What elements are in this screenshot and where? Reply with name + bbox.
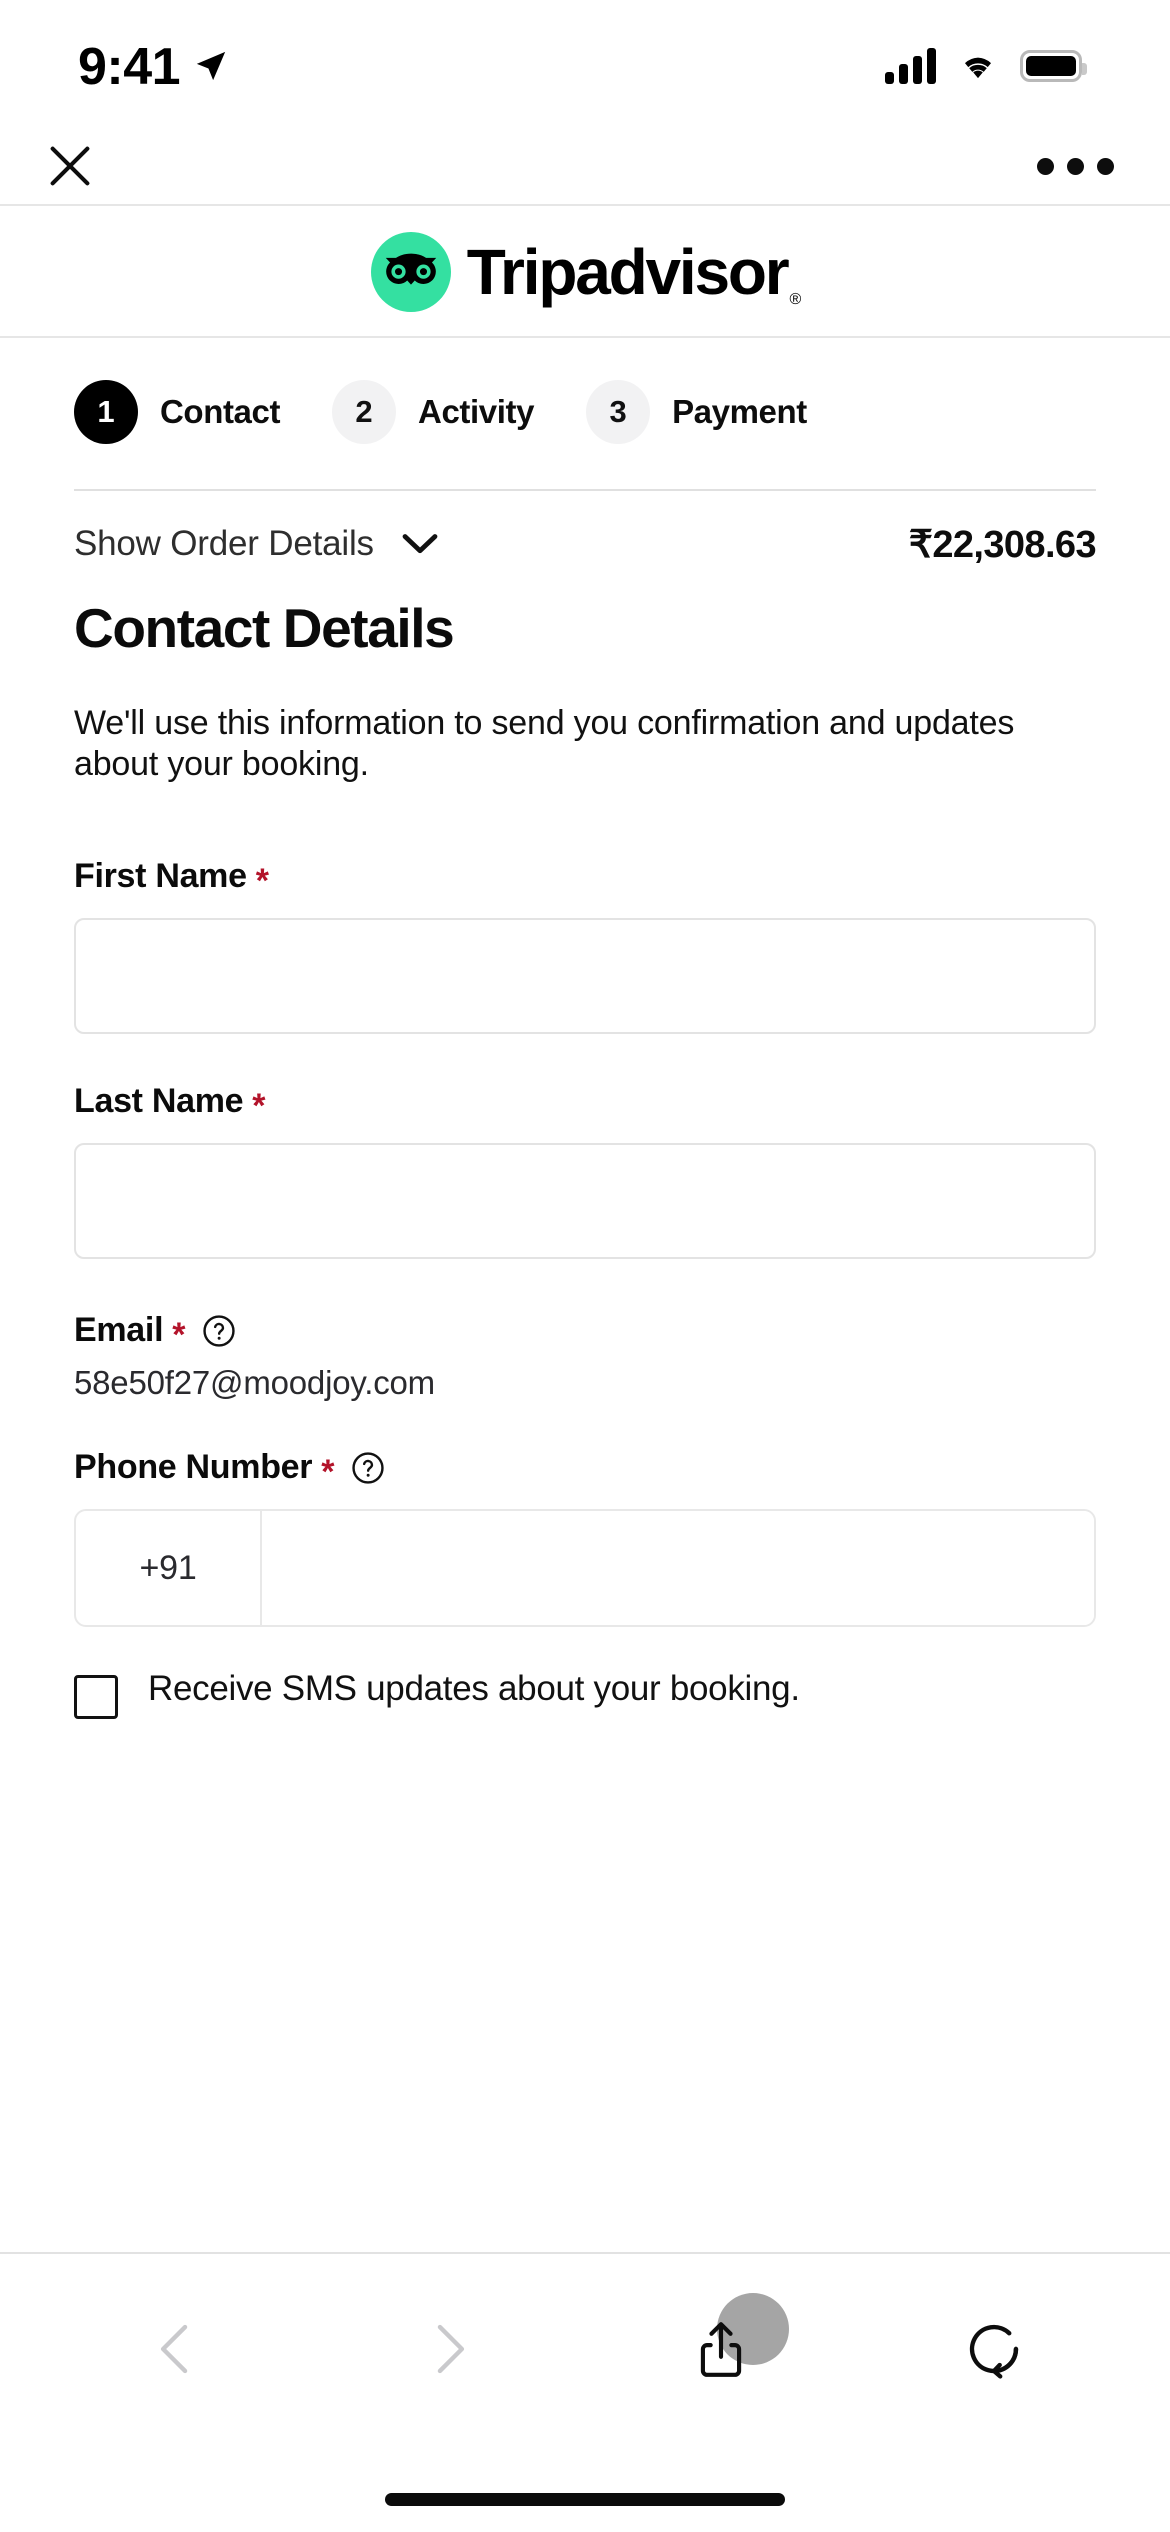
email-required-mark: *: [172, 1315, 186, 1354]
last-name-required-mark: *: [252, 1086, 266, 1125]
step-label-contact: Contact: [160, 393, 281, 430]
divider-top: [0, 204, 1170, 206]
last-name-label: Last Name: [74, 1082, 244, 1121]
step-number-3: 3: [586, 380, 651, 444]
last-name-input[interactable]: [74, 1143, 1096, 1260]
cellular-signal-icon: [885, 48, 936, 84]
last-name-label-row: Last Name *: [74, 1082, 1096, 1125]
show-order-details-button[interactable]: Show Order Details: [74, 524, 438, 564]
order-summary-row: Show Order Details ₹22,308.63: [74, 490, 1097, 598]
phone-number-input[interactable]: [262, 1511, 1094, 1626]
field-last-name: Last Name *: [74, 1082, 1096, 1260]
wifi-icon: [956, 49, 1000, 83]
step-activity[interactable]: 2 Activity: [332, 380, 534, 444]
share-up-icon[interactable]: [673, 2293, 790, 2397]
step-label-activity: Activity: [418, 393, 535, 430]
status-time: 9:41: [78, 38, 181, 96]
reload-icon[interactable]: [946, 2301, 1042, 2397]
first-name-input[interactable]: [74, 918, 1096, 1035]
chevron-left-icon[interactable]: [128, 2301, 224, 2397]
phone-country-code[interactable]: +91: [76, 1511, 262, 1626]
phone-label: Phone Number: [74, 1448, 313, 1487]
browser-toolbar-icons: [0, 2254, 1170, 2444]
brand-logo: Tripadvisor ®: [0, 207, 1170, 336]
location-arrow-icon: [194, 49, 228, 83]
tripadvisor-owl-icon: [370, 231, 451, 312]
step-contact[interactable]: 1 Contact: [74, 380, 280, 444]
sms-consent-row[interactable]: Receive SMS updates about your booking.: [74, 1669, 1096, 1720]
question-circle-icon[interactable]: [351, 1451, 385, 1485]
brand-wordmark: Tripadvisor ®: [467, 240, 802, 308]
phone-input-group: +91: [74, 1509, 1096, 1628]
show-order-details-label: Show Order Details: [74, 524, 374, 563]
status-bar-right: [885, 48, 1087, 84]
email-label-row: Email *: [74, 1311, 1096, 1354]
field-phone: Phone Number * +91: [74, 1448, 1096, 1628]
phone-required-mark: *: [321, 1452, 335, 1491]
brand-name: Tripadvisor: [466, 235, 790, 308]
sms-consent-checkbox[interactable]: [74, 1675, 118, 1720]
step-number-2: 2: [332, 380, 397, 444]
phone-label-row: Phone Number *: [74, 1448, 1096, 1491]
order-total-price: ₹22,308.63: [908, 523, 1097, 566]
contact-form: Contact Details We'll use this informati…: [0, 597, 1170, 1720]
status-bar-left: 9:41: [78, 35, 228, 93]
chevron-down-icon: [402, 533, 438, 555]
checkout-steps: 1 Contact 2 Activity 3 Payment: [0, 336, 1170, 488]
more-options-icon[interactable]: [1037, 157, 1114, 175]
field-email: Email * 58e50f27@moodjoy.com: [74, 1311, 1096, 1402]
browser-top-bar: [0, 128, 1170, 204]
sms-consent-label: Receive SMS updates about your booking.: [148, 1669, 800, 1709]
first-name-label-row: First Name *: [74, 857, 1096, 900]
step-label-payment: Payment: [672, 393, 807, 430]
email-value: 58e50f27@moodjoy.com: [74, 1364, 435, 1402]
question-circle-icon[interactable]: [202, 1314, 236, 1348]
status-bar: 9:41: [0, 0, 1170, 128]
close-icon[interactable]: [44, 140, 96, 192]
home-indicator: [385, 2493, 785, 2506]
step-payment[interactable]: 3 Payment: [586, 380, 807, 444]
battery-full-icon: [1020, 50, 1087, 82]
first-name-required-mark: *: [255, 861, 269, 900]
step-number-1: 1: [74, 380, 138, 444]
page-title: Contact Details: [74, 597, 455, 659]
chevron-right-icon[interactable]: [401, 2301, 497, 2397]
first-name-label: First Name: [74, 857, 247, 896]
registered-mark: ®: [789, 290, 802, 308]
email-label: Email: [74, 1311, 164, 1350]
browser-bottom-toolbar: [0, 2252, 1170, 2532]
field-first-name: First Name *: [74, 857, 1096, 1035]
page-description: We'll use this information to send you c…: [74, 703, 1015, 783]
